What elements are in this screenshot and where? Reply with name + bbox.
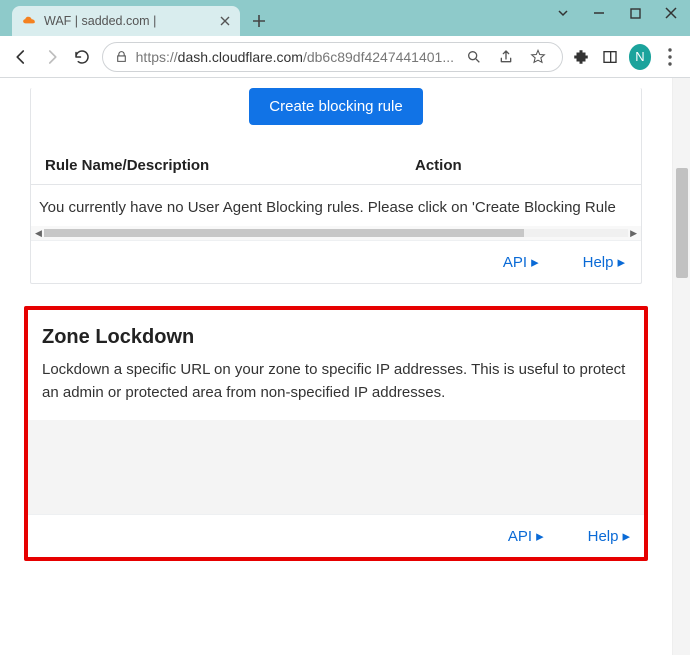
address-bar[interactable]: https://dash.cloudflare.com/db6c89df4247…: [102, 42, 563, 72]
browser-tab[interactable]: WAF | sadded.com |: [12, 6, 240, 36]
profile-avatar[interactable]: N: [629, 44, 652, 70]
lock-icon: [115, 50, 128, 63]
caret-right-icon: ▸: [622, 527, 630, 545]
vertical-scrollbar[interactable]: [672, 78, 690, 655]
scroll-right-icon[interactable]: ▶: [630, 228, 637, 239]
extensions-icon[interactable]: [571, 45, 592, 69]
window-maximize-icon[interactable]: [628, 6, 642, 20]
empty-rules-message: You currently have no User Agent Blockin…: [31, 185, 641, 226]
share-icon[interactable]: [494, 45, 518, 69]
card-footer: API▸ Help▸: [31, 240, 641, 283]
card-header: Zone Lockdown Lockdown a specific URL on…: [28, 310, 644, 418]
zone-lockdown-card: Zone Lockdown Lockdown a specific URL on…: [24, 306, 648, 561]
horizontal-scrollbar[interactable]: ◀ ▶: [31, 226, 641, 240]
tab-close-icon[interactable]: [212, 16, 230, 26]
window-controls: [556, 6, 678, 20]
window-close-icon[interactable]: [664, 6, 678, 20]
url-text: https://dash.cloudflare.com/db6c89df4247…: [136, 49, 454, 65]
caret-right-icon: ▸: [617, 253, 625, 271]
forward-button[interactable]: [41, 44, 64, 70]
reload-button[interactable]: [71, 44, 94, 70]
column-rule-name: Rule Name/Description: [45, 157, 415, 174]
caret-right-icon: ▸: [531, 253, 539, 271]
search-icon[interactable]: [462, 45, 486, 69]
browser-toolbar: https://dash.cloudflare.com/db6c89df4247…: [0, 36, 690, 78]
help-link[interactable]: Help▸: [588, 527, 630, 545]
tab-title: WAF | sadded.com |: [44, 14, 156, 28]
caret-right-icon: ▸: [536, 527, 544, 545]
chevron-down-icon[interactable]: [556, 6, 570, 20]
rules-table-header: Rule Name/Description Action: [31, 147, 641, 185]
card-title: Zone Lockdown: [42, 326, 630, 349]
card-description: Lockdown a specific URL on your zone to …: [42, 359, 630, 404]
lockdown-content-area: [28, 420, 644, 514]
panels-icon[interactable]: [600, 45, 621, 69]
back-button[interactable]: [10, 44, 33, 70]
api-link[interactable]: API▸: [508, 527, 544, 545]
cloudflare-favicon-icon: [22, 14, 36, 28]
window-minimize-icon[interactable]: [592, 6, 606, 20]
scroll-left-icon[interactable]: ◀: [35, 228, 42, 239]
page-content: Create blocking rule Rule Name/Descripti…: [0, 78, 672, 655]
bookmark-star-icon[interactable]: [526, 45, 550, 69]
page-viewport: Create blocking rule Rule Name/Descripti…: [0, 78, 690, 655]
scroll-track[interactable]: [44, 229, 628, 237]
card-footer: API▸ Help▸: [28, 514, 644, 557]
api-link[interactable]: API▸: [503, 253, 539, 271]
menu-dots-icon[interactable]: [659, 45, 680, 69]
create-blocking-rule-button[interactable]: Create blocking rule: [249, 88, 422, 125]
new-tab-button[interactable]: [246, 8, 272, 34]
scroll-thumb[interactable]: [676, 168, 688, 278]
column-action: Action: [415, 157, 462, 174]
window-title-bar: WAF | sadded.com |: [0, 0, 690, 36]
scroll-thumb[interactable]: [44, 229, 524, 237]
help-link[interactable]: Help▸: [583, 253, 625, 271]
user-agent-blocking-card: Create blocking rule Rule Name/Descripti…: [30, 88, 642, 284]
